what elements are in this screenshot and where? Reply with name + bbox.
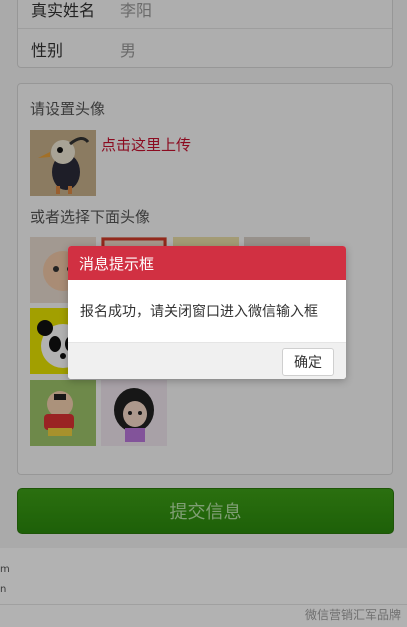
message-dialog: 消息提示框 报名成功，请关闭窗口进入微信输入框 确定 [68,246,346,379]
dialog-message: 报名成功，请关闭窗口进入微信输入框 [80,304,318,320]
confirm-button[interactable]: 确定 [282,348,334,376]
dialog-title: 消息提示框 [68,246,346,280]
dialog-footer: 确定 [68,342,346,379]
